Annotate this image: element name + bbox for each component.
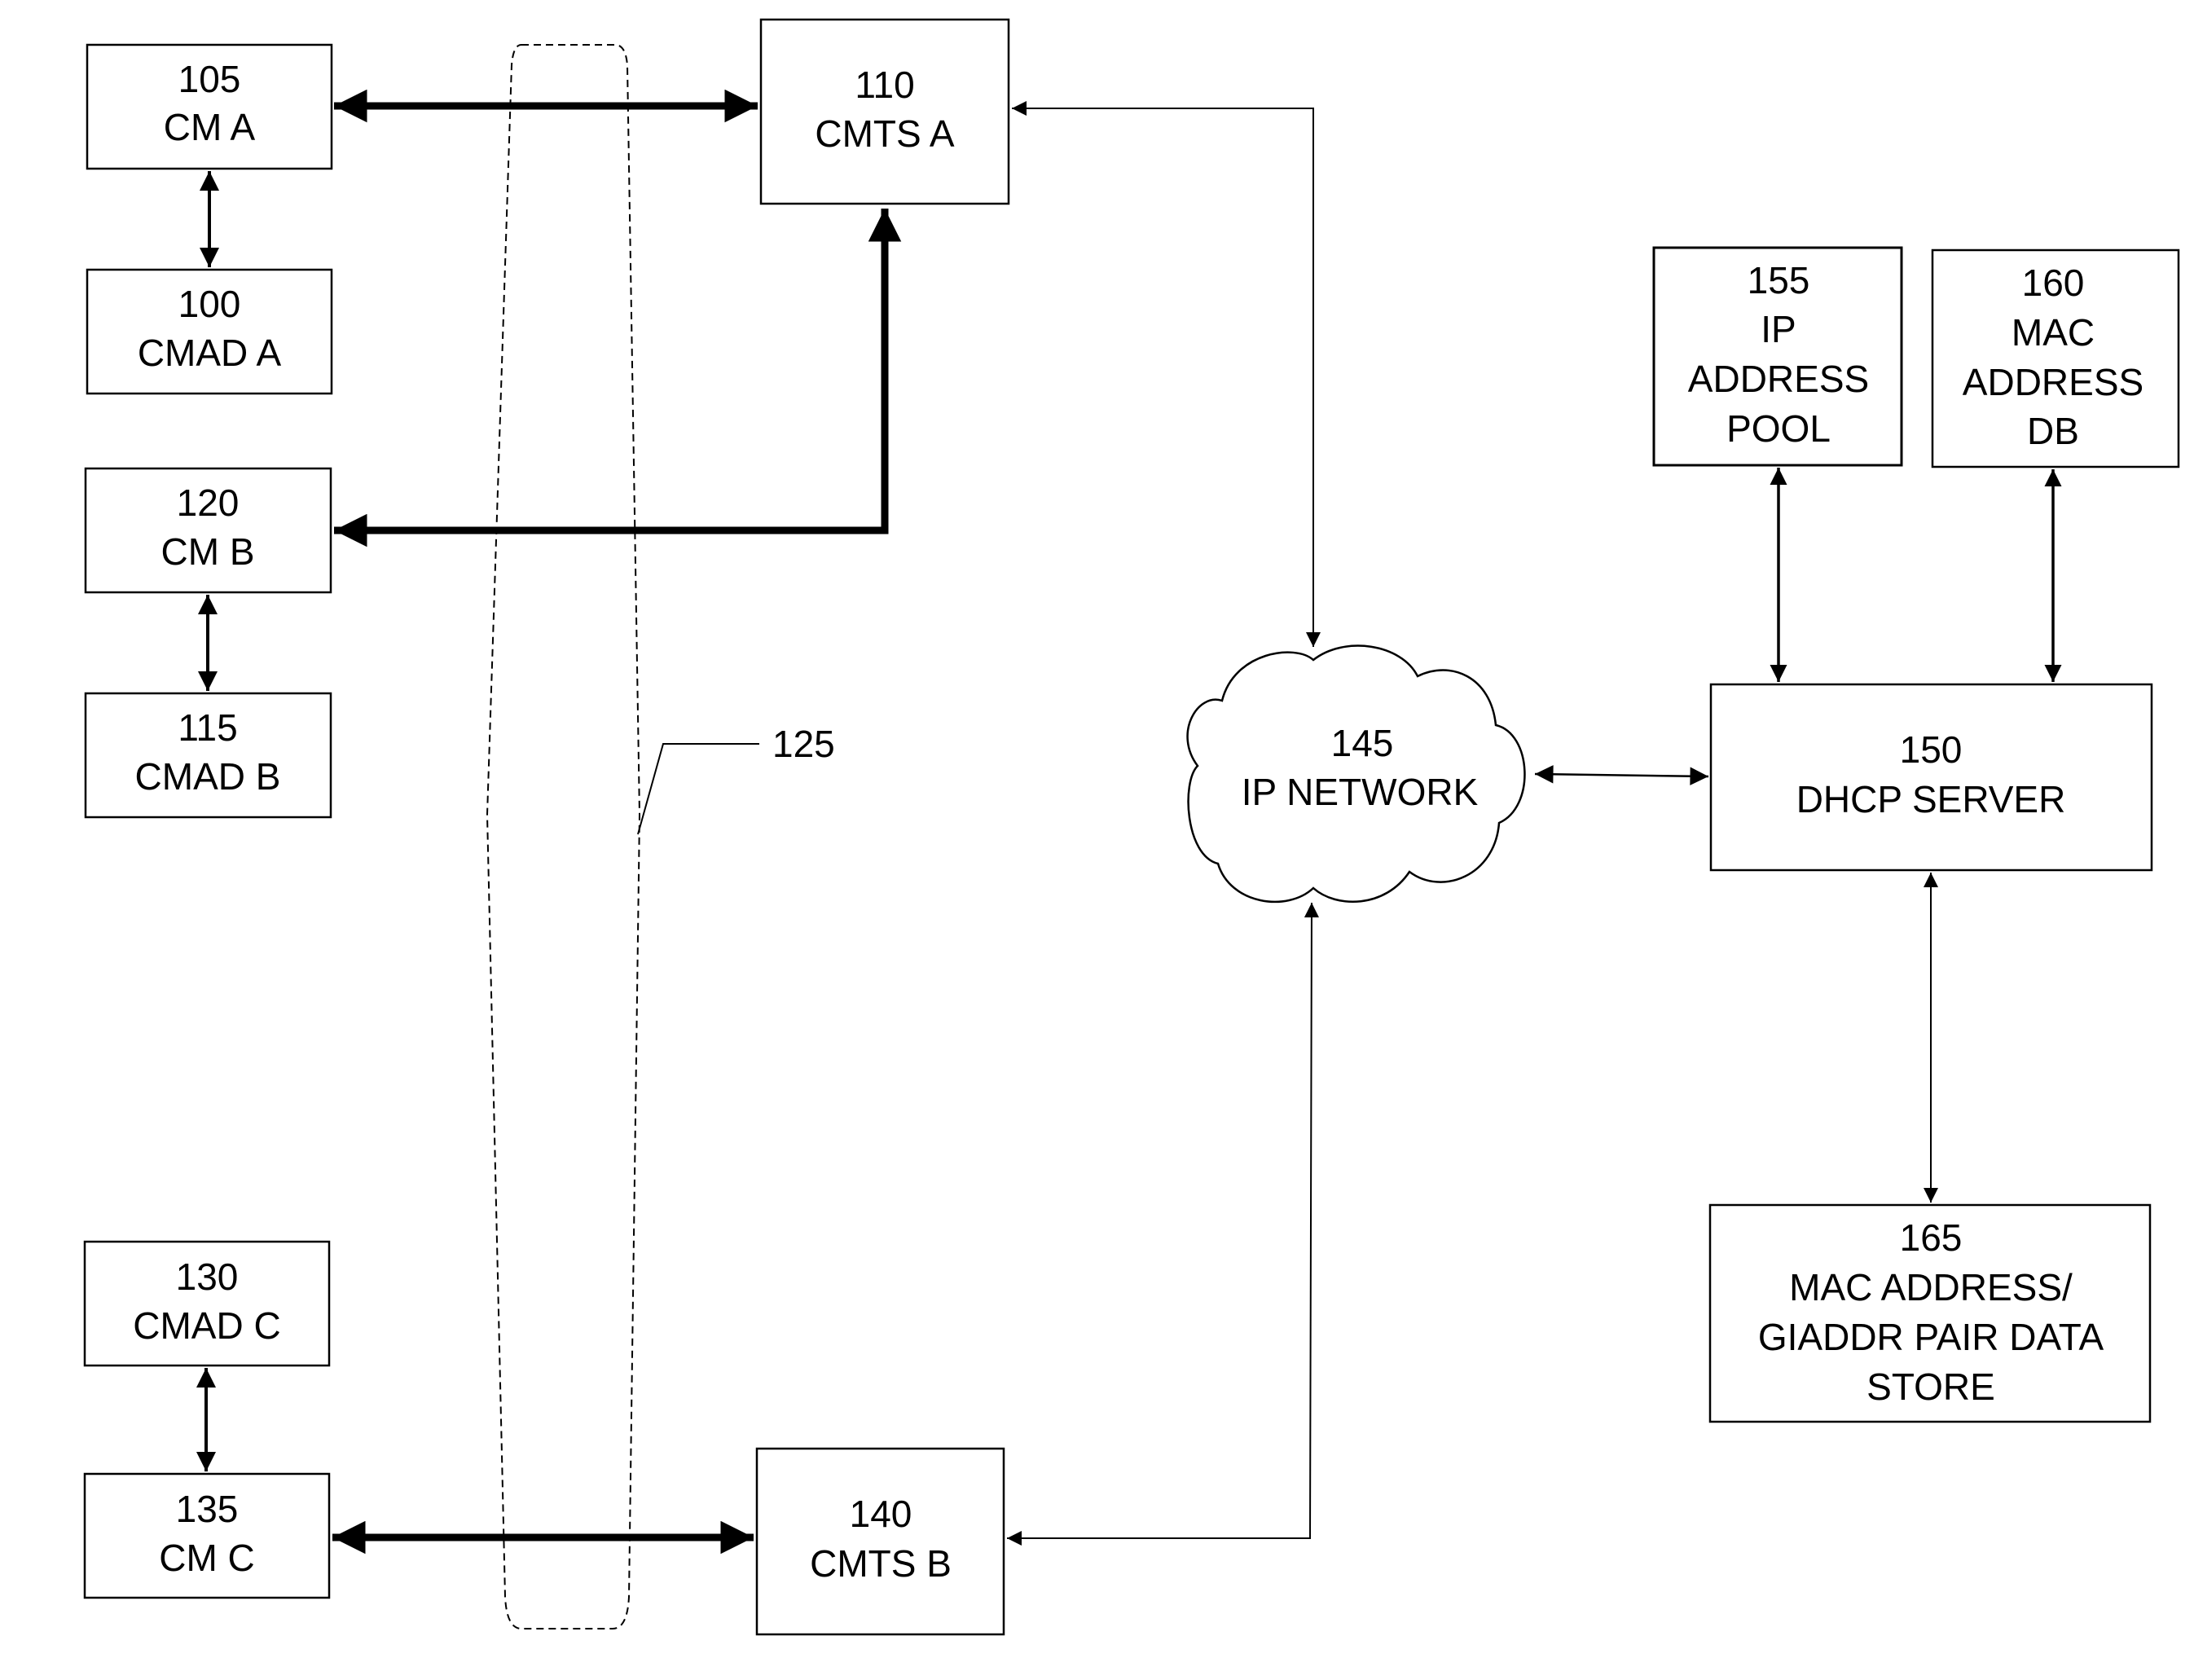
node-cmts-b-label: CMTS B: [810, 1542, 952, 1585]
node-dhcp-server: 150 DHCP SERVER: [1709, 683, 2153, 872]
node-mac-db-id: 160: [2022, 262, 2085, 304]
node-cmts-b-id: 140: [850, 1493, 912, 1535]
node-ip-network-id: 145: [1331, 722, 1394, 764]
node-cm-a-id: 105: [178, 58, 241, 100]
node-mac-db-line-1: MAC: [2012, 311, 2095, 354]
node-mac-address-db: 160 MAC ADDRESS DB: [1931, 248, 2180, 468]
node-cm-a: 105 CM A: [86, 43, 333, 170]
hfc-network-leader-line: [637, 743, 759, 835]
node-cmad-b-label: CMAD B: [135, 755, 281, 798]
node-cmad-c-id: 130: [176, 1256, 239, 1298]
node-cmts-b: 140 CMTS B: [755, 1447, 1005, 1636]
node-mac-db-line-2: ADDRESS: [1963, 361, 2143, 403]
node-cm-b-label: CM B: [161, 530, 255, 573]
node-pair-data-store: 165 MAC ADDRESS/ GIADDR PAIR DATA STORE: [1708, 1203, 2152, 1423]
node-cm-c-label: CM C: [159, 1537, 255, 1579]
node-pair-store-id: 165: [1900, 1216, 1963, 1259]
link-cm-b-cmts-a: [334, 209, 902, 548]
node-cmad-a: 100 CMAD A: [86, 268, 333, 395]
link-ip-network-dhcp: [1534, 765, 1709, 785]
node-dhcp-id: 150: [1900, 728, 1963, 771]
node-cmad-c-label: CMAD C: [133, 1304, 280, 1347]
node-cmad-a-id: 100: [178, 283, 241, 325]
node-cm-b-id: 120: [177, 482, 240, 524]
node-mac-db-line-3: DB: [2027, 410, 2079, 452]
node-ip-pool-line-1: IP: [1761, 308, 1796, 350]
node-ip-pool-id: 155: [1748, 259, 1810, 301]
node-ip-network-label: IP NETWORK: [1242, 771, 1479, 813]
node-pair-store-line-2: GIADDR PAIR DATA: [1758, 1316, 2104, 1358]
network-diagram: 125 105 CM A 100 CMAD A 120 CM B 115 CMA…: [83, 18, 2180, 1636]
link-cmts-a-ip-network: [1012, 101, 1321, 647]
link-cmts-b-ip-network: [1007, 902, 1319, 1546]
node-ip-pool-line-3: POOL: [1726, 407, 1831, 450]
node-cm-a-label: CM A: [164, 106, 256, 148]
node-cmad-a-label: CMAD A: [138, 332, 282, 374]
node-cmad-b: 115 CMAD B: [84, 692, 332, 819]
node-cmts-a: 110 CMTS A: [759, 18, 1010, 205]
node-cmts-a-label: CMTS A: [815, 112, 955, 155]
node-cm-c-id: 135: [176, 1488, 239, 1530]
node-ip-pool-line-2: ADDRESS: [1688, 358, 1869, 400]
node-ip-address-pool: 155 IP ADDRESS POOL: [1652, 246, 1903, 467]
node-dhcp-label: DHCP SERVER: [1796, 778, 2066, 820]
hfc-network-label: 125: [772, 723, 835, 765]
node-ip-network: 145 IP NETWORK: [1186, 644, 1526, 904]
node-cmad-c: 130 CMAD C: [83, 1240, 331, 1367]
node-pair-store-line-1: MAC ADDRESS/: [1789, 1266, 2073, 1308]
node-cm-c: 135 CM C: [83, 1472, 331, 1599]
node-cmts-a-id: 110: [855, 64, 914, 106]
node-cm-b: 120 CM B: [84, 467, 332, 594]
hfc-network-outline: [486, 44, 641, 1629]
node-pair-store-line-3: STORE: [1866, 1366, 1995, 1408]
node-cmad-b-id: 115: [178, 706, 237, 749]
